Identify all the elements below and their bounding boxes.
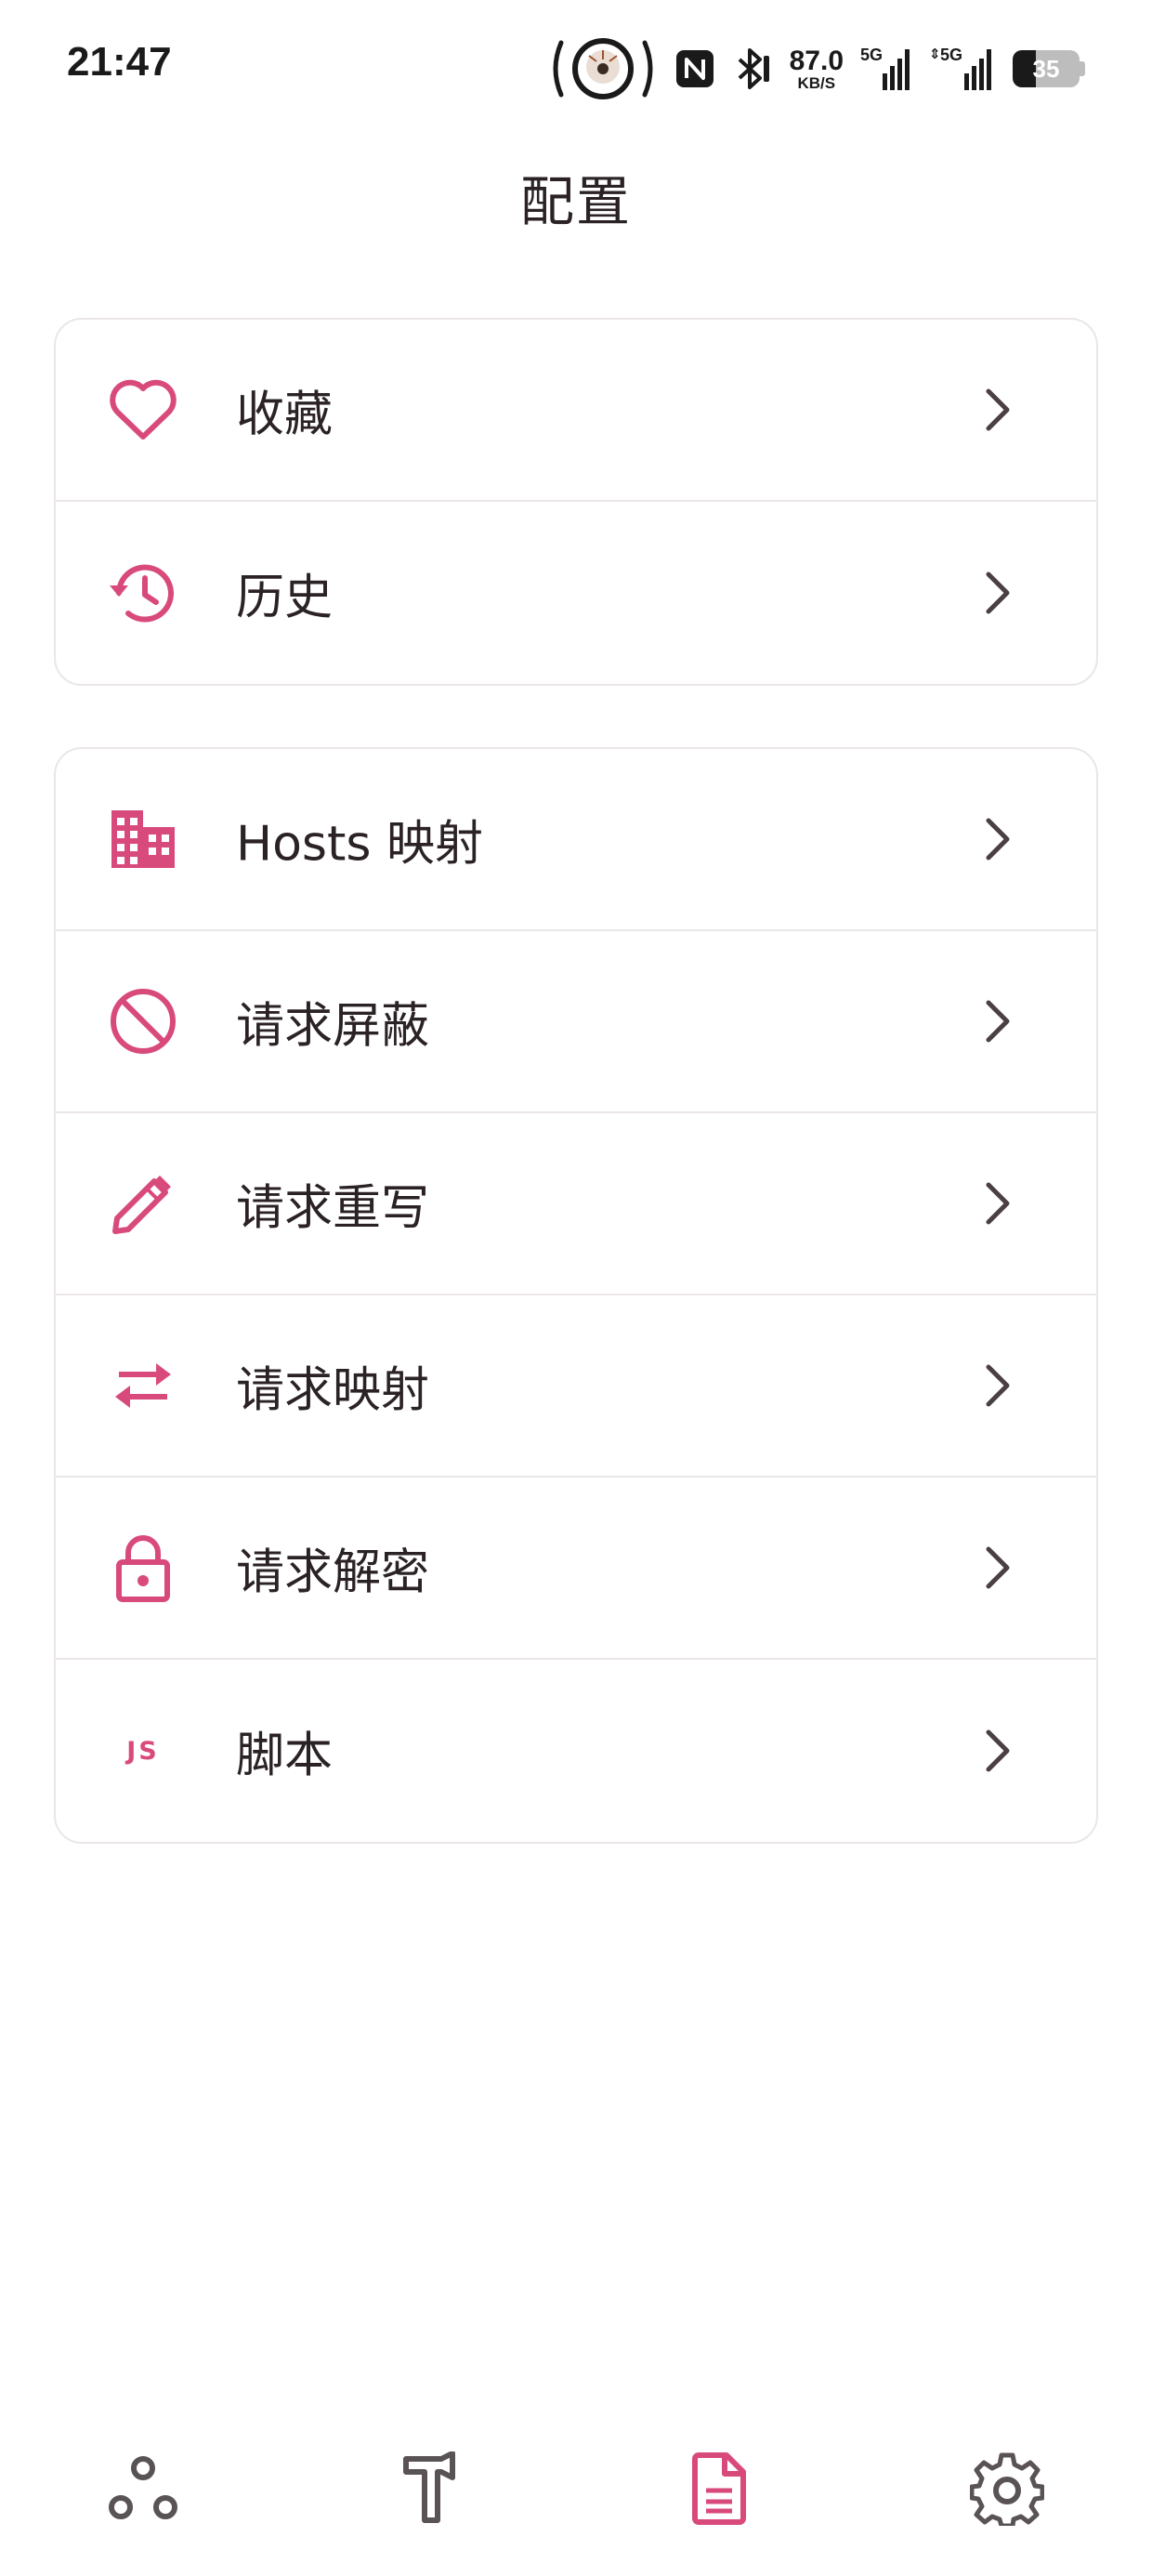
page-title: 配置 [519,170,632,233]
chevron-right-icon [986,388,1010,431]
status-icons: 87.0 KB/S 5G ⇕ 5G 35 [548,32,1085,106]
bottom-navigation [0,2416,1152,2556]
history-icon [108,558,178,628]
status-bar: 21:47 87.0 KB/S 5G ⇕ 5G 35 [0,0,1152,139]
menu-item-label: Hosts 映射 [236,816,484,873]
menu-item-request-mapping[interactable]: 请求映射 [56,1295,1096,1478]
nfc-icon [674,48,715,89]
network-nodes-icon [109,2456,177,2519]
chevron-right-icon [986,1000,1010,1043]
chevron-right-icon [986,1364,1010,1407]
status-time: 21:47 [67,39,172,85]
swap-arrows-icon [108,1350,178,1421]
config-document-icon [692,2452,746,2525]
menu-item-request-decrypt[interactable]: 请求解密 [56,1478,1096,1660]
menu-item-label: 请求重写 [236,1180,430,1237]
block-icon [108,986,178,1057]
menu-item-hosts-mapping[interactable]: Hosts 映射 [56,749,1096,931]
lock-icon [108,1532,178,1603]
nav-toolbox[interactable] [388,2444,478,2533]
cellular-signal-data-icon: ⇕ 5G [929,46,996,92]
building-icon [108,804,178,874]
cellular-signal-icon: 5G [860,46,912,92]
pencil-icon [108,1168,178,1239]
toolbox-hammer-icon [403,2451,455,2523]
js-icon-text: JS [126,1736,160,1766]
nav-network[interactable] [98,2444,188,2533]
chevron-right-icon [986,572,1010,614]
menu-item-label: 脚本 [236,1728,334,1784]
menu-item-label: 收藏 [236,387,334,443]
menu-item-favorites[interactable]: 收藏 [56,320,1096,502]
favorites-history-card: 收藏 历史 [54,318,1098,686]
menu-item-label: 请求映射 [236,1362,430,1419]
net-speed-value: 87.0 [789,45,844,76]
broadcast-avatar-icon [548,32,658,106]
heart-icon [108,375,178,445]
menu-item-script[interactable]: JS 脚本 [56,1660,1096,1842]
net-speed-unit: KB/S [797,73,836,92]
chevron-right-icon [986,1182,1010,1225]
chevron-right-icon [986,818,1010,861]
bluetooth-icon [732,46,773,91]
battery-icon: 35 [1013,50,1085,87]
chevron-right-icon [986,1729,1010,1772]
menu-item-history[interactable]: 历史 [56,502,1096,684]
menu-item-label: 请求屏蔽 [236,998,430,1055]
menu-item-label: 请求解密 [236,1544,430,1601]
net-speed: 87.0 KB/S [789,45,844,92]
request-tools-card: Hosts 映射 请求屏蔽 请求重写 请求映射 请求解密 JS 脚本 [54,747,1098,1844]
nav-config[interactable] [674,2444,764,2533]
menu-item-request-rewrite[interactable]: 请求重写 [56,1113,1096,1295]
chevron-right-icon [986,1546,1010,1589]
settings-gear-icon [970,2452,1044,2526]
nav-settings[interactable] [962,2444,1052,2533]
battery-level: 35 [1032,55,1060,83]
menu-item-label: 历史 [236,570,334,626]
menu-item-request-block[interactable]: 请求屏蔽 [56,931,1096,1113]
js-icon: JS [108,1715,178,1786]
config-screen: 21:47 87.0 KB/S 5G ⇕ 5G 35 配置 收藏 历史 Host… [0,0,1152,2576]
